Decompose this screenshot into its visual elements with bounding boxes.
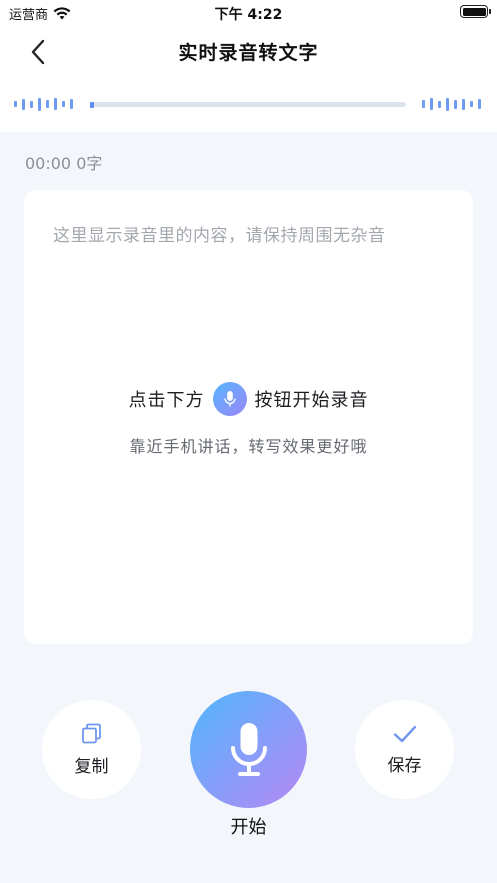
copy-label: 复制 [74,757,109,777]
nav-bar: 实时录音转文字 [0,26,497,76]
elapsed-time: 00:00 [25,154,72,173]
status-bar: 运营商 下午 4:22 [0,0,497,26]
char-count: 0字 [76,154,103,173]
page-title: 实时录音转文字 [178,42,319,64]
speaking-tip: 靠近手机讲话，转写效果更好哦 [129,437,368,456]
waveform-right [422,94,481,114]
audio-waveform [14,94,484,114]
copy-button[interactable]: 复制 [42,700,141,799]
microphone-icon [230,722,267,776]
start-record-button[interactable] [190,691,307,808]
status-time: 下午 4:22 [214,7,283,23]
start-hint: 点击下方 按钮开始录音 [24,382,473,416]
battery-icon [460,5,491,18]
save-label: 保存 [387,756,422,776]
start-label: 开始 [230,817,267,838]
checkmark-icon [393,725,416,743]
hint-text-after: 按钮开始录音 [254,390,369,411]
waveform-left [14,94,73,114]
save-button[interactable]: 保存 [355,700,454,799]
progress-thumb[interactable] [90,101,94,108]
copy-icon [81,723,101,744]
playback-progress[interactable] [90,101,406,108]
hint-text-before: 点击下方 [128,390,205,411]
transcript-placeholder: 这里显示录音里的内容，请保持周围无杂音 [53,226,386,246]
transcript-card: 这里显示录音里的内容，请保持周围无杂音 点击下方 按钮开始录音 靠近手机讲话，转… [24,190,473,644]
microphone-icon [212,382,247,416]
recording-meta: 00:00 0字 [25,150,102,174]
